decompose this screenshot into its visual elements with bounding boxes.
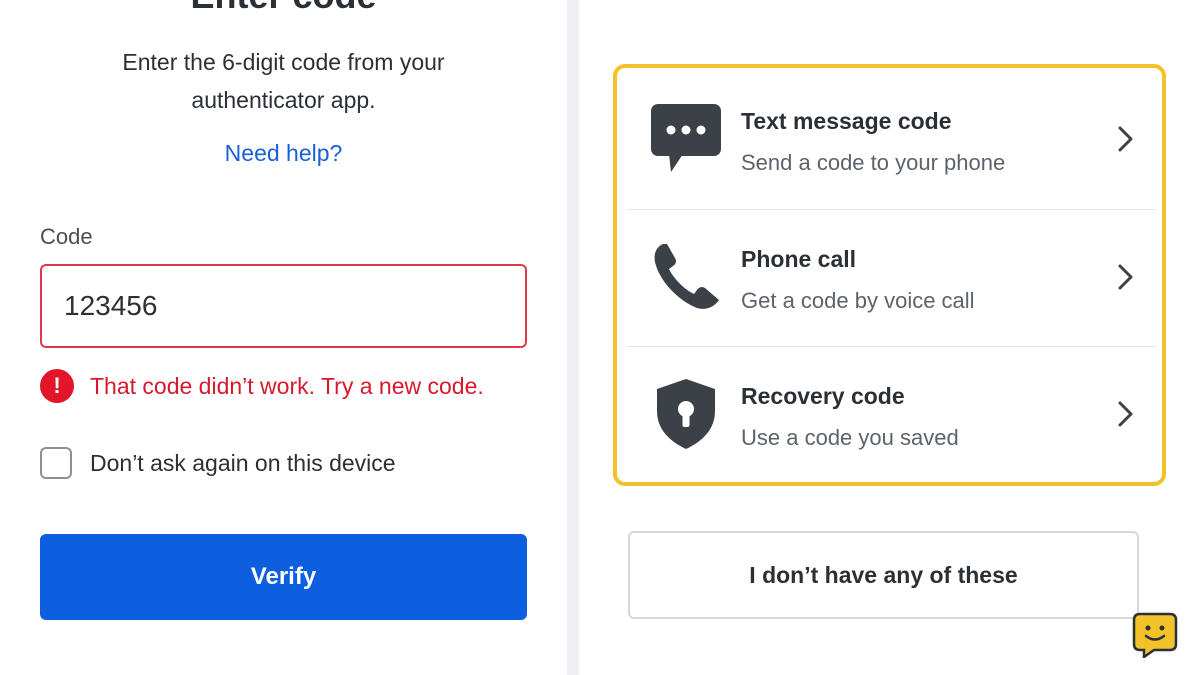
panel-divider — [567, 0, 579, 675]
option-text-message[interactable]: Text message code Send a code to your ph… — [627, 72, 1156, 207]
remember-device-label: Don’t ask again on this device — [90, 449, 396, 476]
option-phone-call[interactable]: Phone call Get a code by voice call — [627, 209, 1156, 345]
chevron-right-icon — [1118, 126, 1133, 152]
option-title: Phone call — [741, 246, 857, 272]
option-description: Send a code to your phone — [741, 150, 1006, 175]
option-description: Use a code you saved — [741, 425, 959, 450]
option-recovery-code[interactable]: Recovery code Use a code you saved — [627, 346, 1156, 482]
chat-bubble-icon — [651, 104, 721, 172]
alternate-methods-panel: Text message code Send a code to your ph… — [579, 0, 1200, 675]
no-methods-button[interactable]: I don’t have any of these — [628, 531, 1139, 619]
verification-panel: Enter code Enter the 6-digit code from y… — [0, 0, 567, 675]
page-title: Enter code — [0, 0, 567, 16]
verify-button[interactable]: Verify — [40, 534, 527, 620]
error-message: ! That code didn’t work. Try a new code. — [40, 368, 484, 404]
option-title: Text message code — [741, 108, 952, 134]
code-input[interactable] — [40, 264, 527, 348]
remember-device-row[interactable]: Don’t ask again on this device — [40, 445, 396, 481]
remember-device-checkbox[interactable] — [40, 447, 72, 479]
chevron-right-icon — [1118, 401, 1133, 427]
option-title: Recovery code — [741, 383, 905, 409]
error-icon: ! — [40, 369, 74, 403]
instructions-text: Enter the 6-digit code from your authent… — [122, 49, 445, 113]
need-help-link[interactable]: Need help? — [0, 140, 567, 167]
chevron-right-icon — [1118, 264, 1133, 290]
verification-options-card: Text message code Send a code to your ph… — [613, 64, 1166, 486]
shield-lock-icon — [657, 379, 715, 449]
phone-icon — [654, 244, 719, 309]
code-field-label: Code — [40, 224, 93, 249]
option-description: Get a code by voice call — [741, 288, 975, 313]
chat-help-widget-icon[interactable] — [1132, 612, 1178, 658]
error-text: That code didn’t work. Try a new code. — [90, 372, 484, 399]
